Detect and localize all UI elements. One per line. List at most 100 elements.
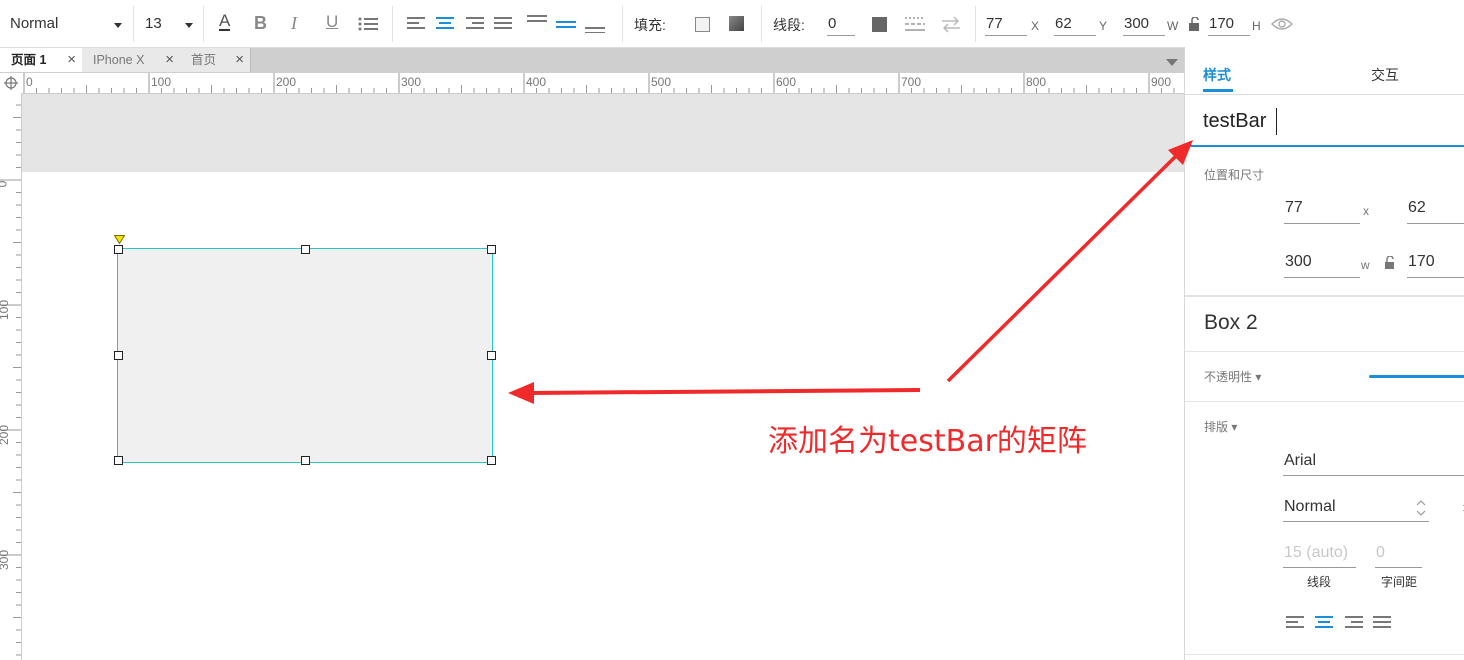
active-tab-indicator bbox=[1203, 89, 1233, 92]
stroke-pattern-icon[interactable] bbox=[905, 15, 925, 33]
toolbar: Normal 13 A B I U 填充: 线段: 0 77 X 62 Y 30… bbox=[0, 0, 1464, 48]
chevron-down-icon[interactable] bbox=[114, 23, 122, 28]
resize-handle[interactable] bbox=[301, 245, 310, 254]
tab-label: 页面 1 bbox=[11, 53, 47, 67]
w-input[interactable]: 300 bbox=[1124, 14, 1149, 34]
selected-rectangle[interactable] bbox=[117, 248, 493, 463]
fill-color-swatch[interactable] bbox=[695, 17, 710, 32]
stepper-icon[interactable] bbox=[1416, 498, 1426, 518]
arrow-style-icon[interactable] bbox=[940, 15, 962, 33]
font-size-select[interactable]: 13 bbox=[145, 14, 162, 34]
font-family-select[interactable]: Arial bbox=[1284, 452, 1316, 470]
tab-interactions[interactable]: 交互 bbox=[1371, 65, 1399, 85]
ruler-label: 300 bbox=[401, 75, 422, 89]
resize-handle[interactable] bbox=[487, 456, 496, 465]
tabs-dropdown-icon[interactable] bbox=[1166, 59, 1178, 66]
ruler-ticks bbox=[23, 73, 1175, 93]
lock-open-icon[interactable] bbox=[1384, 256, 1395, 269]
close-icon[interactable]: × bbox=[67, 48, 76, 72]
bold-icon[interactable]: B bbox=[254, 13, 267, 34]
line-height-label: 线段 bbox=[1307, 575, 1332, 589]
x-field[interactable]: 77 bbox=[1285, 199, 1303, 217]
valign-top-icon[interactable] bbox=[527, 13, 547, 33]
page-tab-bar: 页面 1 × IPhone X × 首页 × bbox=[0, 48, 1184, 73]
marker-triangle-icon[interactable] bbox=[114, 235, 125, 244]
resize-handle[interactable] bbox=[114, 351, 123, 360]
ruler-label: 0 bbox=[26, 75, 33, 89]
opacity-label[interactable]: 不透明性 ▾ bbox=[1204, 368, 1261, 385]
vertical-ruler: 0 100 200 300 bbox=[0, 93, 22, 660]
align-left-icon[interactable] bbox=[1286, 616, 1304, 629]
font-style-select[interactable]: Normal bbox=[10, 14, 58, 34]
inspector-panel: 样式 交互 testBar 位置和尺寸 77 x 62 300 w 170 Bo… bbox=[1184, 47, 1464, 660]
italic-icon[interactable]: I bbox=[291, 13, 297, 34]
h-label: H bbox=[1252, 19, 1261, 33]
eye-icon[interactable] bbox=[1271, 16, 1293, 32]
align-center-icon[interactable] bbox=[1315, 616, 1333, 629]
resize-handle[interactable] bbox=[487, 351, 496, 360]
close-icon[interactable]: × bbox=[165, 48, 174, 72]
ruler-label: 700 bbox=[901, 75, 922, 89]
canvas-header-area[interactable] bbox=[22, 94, 1184, 172]
ruler-label: 200 bbox=[276, 75, 297, 89]
tab-home[interactable]: 首页 × bbox=[180, 48, 251, 72]
h-input[interactable]: 170 bbox=[1209, 14, 1234, 34]
ruler-label: 100 bbox=[151, 75, 172, 89]
tab-iphone-x[interactable]: IPhone X × bbox=[82, 48, 181, 72]
bullet-list-icon[interactable] bbox=[358, 16, 378, 32]
stroke-width-input[interactable]: 0 bbox=[828, 14, 836, 34]
opacity-slider[interactable] bbox=[1369, 375, 1464, 378]
align-justify-icon[interactable] bbox=[1373, 616, 1391, 629]
resize-handle[interactable] bbox=[114, 245, 123, 254]
tab-page-1[interactable]: 页面 1 × bbox=[0, 48, 83, 72]
text-cursor bbox=[1276, 108, 1277, 135]
stroke-color-swatch[interactable] bbox=[872, 17, 887, 32]
fill-label: 填充: bbox=[634, 17, 666, 33]
tab-style[interactable]: 样式 bbox=[1203, 65, 1231, 85]
font-weight-select[interactable]: Normal bbox=[1284, 498, 1336, 516]
align-right-icon[interactable] bbox=[1345, 616, 1363, 629]
tab-label: IPhone X bbox=[93, 53, 145, 67]
ruler-label: 900 bbox=[1151, 75, 1172, 89]
name-input-underline bbox=[1185, 145, 1464, 147]
x-label: X bbox=[1031, 19, 1040, 33]
font-color-icon[interactable]: A bbox=[219, 12, 231, 31]
ruler-label: 600 bbox=[776, 75, 797, 89]
close-icon[interactable]: × bbox=[235, 48, 244, 72]
align-right-icon[interactable] bbox=[466, 17, 484, 31]
ruler-label: 800 bbox=[1026, 75, 1047, 89]
typography-label[interactable]: 排版 ▾ bbox=[1204, 418, 1237, 435]
ruler-label: 100 bbox=[0, 299, 12, 321]
align-justify-icon[interactable] bbox=[494, 17, 512, 31]
ruler-label: 300 bbox=[0, 549, 12, 571]
valign-middle-icon[interactable] bbox=[556, 13, 576, 33]
resize-handle[interactable] bbox=[114, 456, 123, 465]
ruler-label: 500 bbox=[651, 75, 672, 89]
valign-bottom-icon[interactable] bbox=[585, 13, 605, 33]
tab-label: 首页 bbox=[191, 53, 217, 67]
x-input[interactable]: 77 bbox=[986, 14, 1003, 34]
chevron-down-icon[interactable] bbox=[185, 23, 193, 28]
align-left-icon[interactable] bbox=[407, 17, 425, 31]
y-label: Y bbox=[1099, 19, 1108, 33]
resize-handle[interactable] bbox=[301, 456, 310, 465]
annotation-text: 添加名为testBar的矩阵 bbox=[768, 424, 1087, 459]
resize-handle[interactable] bbox=[487, 245, 496, 254]
crosshair-icon[interactable] bbox=[4, 76, 18, 90]
underline-icon[interactable]: U bbox=[326, 12, 338, 32]
letter-spacing-label: 字间距 bbox=[1381, 575, 1418, 589]
shadow-icon[interactable] bbox=[729, 16, 744, 31]
letter-spacing-input[interactable]: 0 bbox=[1376, 544, 1385, 562]
line-height-input[interactable]: 15 (auto) bbox=[1284, 544, 1348, 562]
y-input[interactable]: 62 bbox=[1055, 14, 1072, 34]
h-field[interactable]: 170 bbox=[1408, 253, 1435, 271]
ruler-label: 400 bbox=[526, 75, 547, 89]
align-center-icon[interactable] bbox=[436, 17, 454, 31]
y-field[interactable]: 62 bbox=[1408, 199, 1426, 217]
shape-name-input[interactable]: testBar bbox=[1203, 110, 1266, 133]
lock-open-icon[interactable] bbox=[1188, 17, 1200, 31]
w-field-label: w bbox=[1361, 258, 1370, 272]
ruler-label: 200 bbox=[0, 424, 12, 446]
w-field[interactable]: 300 bbox=[1285, 253, 1312, 271]
position-size-label: 位置和尺寸 bbox=[1204, 168, 1265, 182]
